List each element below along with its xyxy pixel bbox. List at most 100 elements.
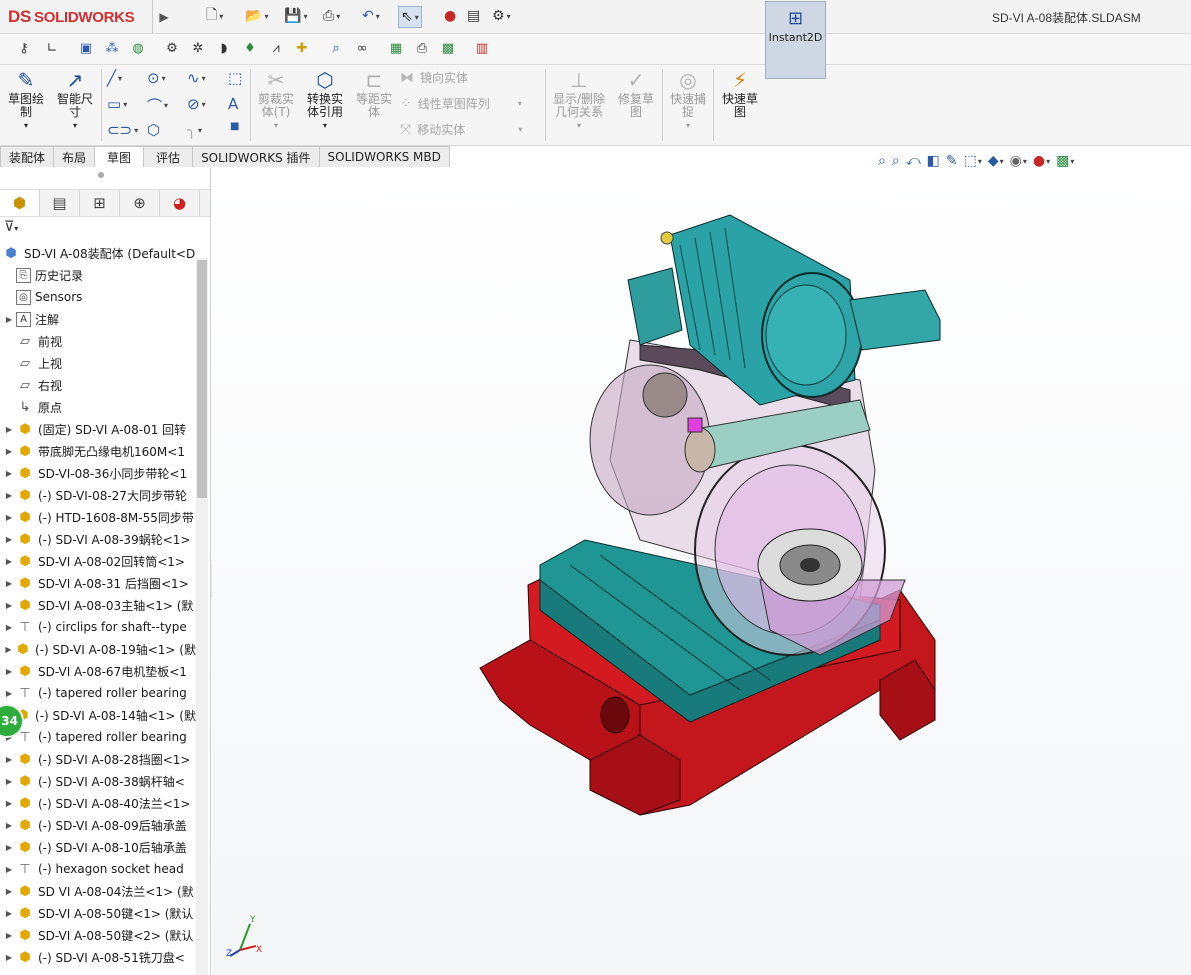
- printer-icon[interactable]: ⎙: [412, 38, 432, 58]
- trim-button[interactable]: ✂ 剪裁实 体(T) ▾: [254, 69, 298, 132]
- tree-item[interactable]: ▶ ⬢ (固定) SD-VI A-08-01 回转: [0, 418, 196, 440]
- chevron-down-icon[interactable]: ▾: [123, 100, 127, 109]
- assembly-icon[interactable]: ⁂: [102, 38, 122, 58]
- undo-button[interactable]: ↶ ▾: [362, 6, 380, 26]
- propertymanager-tab-icon[interactable]: ▤: [40, 190, 80, 216]
- file-properties-button[interactable]: ▤: [467, 6, 480, 26]
- polygon-tool[interactable]: ⬡: [147, 121, 160, 139]
- featuremanager-tab-icon[interactable]: ⬢: [0, 190, 40, 216]
- tree-item[interactable]: ▱ 右视: [0, 374, 196, 396]
- tree-item[interactable]: ▱ 上视: [0, 352, 196, 374]
- tree-item[interactable]: ▶ ⬢ SD-VI A-08-31 后挡圈<1>: [0, 572, 196, 594]
- smart-dimension-button[interactable]: ↗ 智能尺 寸 ▾: [53, 69, 97, 132]
- convert-entities-button[interactable]: ⬡ 转换实 体引用 ▾: [303, 69, 347, 132]
- tree-item[interactable]: ▶ ⬢ SD-VI A-08-02回转筒<1>: [0, 550, 196, 572]
- ellipse-tool[interactable]: ⊘ ▾: [187, 95, 206, 113]
- chevron-down-icon[interactable]: ▾: [134, 126, 138, 135]
- dimxpert-tab-icon[interactable]: ⊕: [120, 190, 160, 216]
- cog-icon[interactable]: ✲: [188, 38, 208, 58]
- chevron-down-icon[interactable]: ▾: [198, 126, 202, 135]
- bowl-icon[interactable]: ◗: [214, 38, 234, 58]
- point-tool[interactable]: ■: [230, 121, 239, 132]
- expand-arrow-icon[interactable]: ▶: [4, 315, 14, 324]
- expand-arrow-icon[interactable]: ▶: [4, 931, 14, 940]
- zoom-to-area-icon[interactable]: ⌕: [892, 153, 900, 169]
- tree-item[interactable]: ▶ ⬢ SD VI A-08-04法兰<1> (默: [0, 880, 196, 902]
- select-button[interactable]: ⇖ ▾: [398, 6, 422, 28]
- rebuild-button[interactable]: ●: [444, 6, 456, 26]
- zoom-to-fit-icon[interactable]: ⌕: [878, 153, 886, 169]
- chevron-down-icon[interactable]: ▾: [1046, 157, 1050, 166]
- tree-item[interactable]: ▶ ⊤ (-) tapered roller bearing: [0, 682, 196, 704]
- chevron-down-icon[interactable]: ▾: [1000, 157, 1004, 166]
- tree-item[interactable]: ▱ 前视: [0, 330, 196, 352]
- expand-arrow-icon[interactable]: ▶: [4, 821, 14, 830]
- expand-arrow-icon[interactable]: ▶: [4, 601, 14, 610]
- chevron-down-icon[interactable]: ▾: [415, 13, 419, 22]
- expand-arrow-icon[interactable]: ▶: [4, 909, 14, 918]
- tree-item[interactable]: ↳ 原点: [0, 396, 196, 418]
- tree-item[interactable]: ▶ ⬢ (-) SD-VI A-08-10后轴承盖: [0, 836, 196, 858]
- text-tool[interactable]: A: [228, 95, 238, 113]
- tree-item[interactable]: ▶ ⬢ (-) SD-VI A-08-40法兰<1>: [0, 792, 196, 814]
- tree-item[interactable]: ▶⬢(-) SD-VI A-08-14轴<1> (默: [0, 704, 196, 726]
- tab-solidworks-mbd[interactable]: SOLIDWORKS MBD: [318, 146, 450, 167]
- quick-snaps-button[interactable]: ◎ 快速捕 捉 ▾: [666, 69, 710, 132]
- tree-item[interactable]: ▶ ⊤ (-) circlips for shaft--type: [0, 616, 196, 638]
- open-button[interactable]: 📂 ▾: [245, 6, 268, 26]
- tab-solidworks-addins[interactable]: SOLIDWORKS 插件: [192, 146, 320, 167]
- tree-item[interactable]: ◎ Sensors: [0, 286, 196, 308]
- excel-icon[interactable]: ▦: [386, 38, 406, 58]
- tab-evaluate[interactable]: 评估: [143, 146, 194, 167]
- tab-layout[interactable]: 布局: [53, 146, 96, 167]
- chevron-down-icon[interactable]: ▾: [254, 119, 298, 132]
- hide-show-icon[interactable]: ◉ ▾: [1010, 153, 1027, 169]
- expand-arrow-icon[interactable]: ▶: [4, 865, 14, 874]
- tree-item[interactable]: ▶ ⬢ (-) SD-VI-08-27大同步带轮: [0, 484, 196, 506]
- new-document-button[interactable]: 🗋 ▾: [206, 6, 223, 26]
- gear-icon[interactable]: ⚙: [162, 38, 182, 58]
- tab-assembly[interactable]: 装配体: [0, 146, 55, 167]
- configurationmanager-tab-icon[interactable]: ⊞: [80, 190, 120, 216]
- expand-arrow-icon[interactable]: ▶: [4, 689, 14, 698]
- measure-icon[interactable]: ⩘: [266, 38, 286, 58]
- slot-tool[interactable]: ⊂⊃ ▾: [107, 121, 138, 139]
- monitor-icon[interactable]: ▣: [76, 38, 96, 58]
- menu-expand-icon[interactable]: ▶: [152, 0, 175, 33]
- tree-item[interactable]: ▶ ⬢ (-) SD-VI A-08-19轴<1> (默: [0, 638, 196, 660]
- image-icon[interactable]: ▩: [438, 38, 458, 58]
- tree-item[interactable]: ▶ ⬢ SD-VI A-08-50键<1> (默认: [0, 902, 196, 924]
- fillet-tool[interactable]: ╮ ▾: [187, 121, 202, 139]
- tree-item[interactable]: ▶ ⬢ 带底脚无凸缘电机160M<1: [0, 440, 196, 462]
- key-icon[interactable]: ⚷: [14, 38, 34, 58]
- search-icon[interactable]: ⌕: [326, 38, 346, 58]
- chevron-down-icon[interactable]: ▾: [666, 119, 710, 132]
- tree-root[interactable]: ⬢ SD-VI A-08装配体 (Default<D: [0, 242, 196, 264]
- expand-arrow-icon[interactable]: ▶: [4, 425, 14, 434]
- tree-item[interactable]: ▶ A 注解: [0, 308, 196, 330]
- sketch-button[interactable]: ✎ 草图绘 制 ▾: [4, 69, 48, 132]
- tree-item[interactable]: ▶ ⊤ (-) hexagon socket head: [0, 858, 196, 880]
- construction-tool[interactable]: ⬚: [228, 69, 242, 87]
- tree-item[interactable]: ▶ ⬢ (-) SD-VI A-08-38蜗杆轴<: [0, 770, 196, 792]
- display-style-icon[interactable]: ◆ ▾: [988, 153, 1004, 169]
- chevron-down-icon[interactable]: ▾: [1070, 157, 1074, 166]
- globe-icon[interactable]: ◍: [128, 38, 148, 58]
- chevron-down-icon[interactable]: ▾: [164, 101, 168, 110]
- chevron-down-icon[interactable]: ▾: [118, 74, 122, 83]
- expand-arrow-icon[interactable]: ▶: [4, 623, 14, 632]
- appearance-icon[interactable]: ● ▾: [1033, 153, 1050, 169]
- rapid-sketch-button[interactable]: ⚡ 快速草 图: [717, 69, 763, 119]
- chevron-down-icon[interactable]: ▾: [518, 125, 522, 134]
- chevron-down-icon[interactable]: ▾: [4, 119, 48, 132]
- chart-icon[interactable]: ▥: [472, 38, 492, 58]
- expand-arrow-icon[interactable]: ▶: [4, 469, 14, 478]
- solidworks-logo[interactable]: DS SOLIDWORKS: [8, 5, 135, 29]
- chevron-down-icon[interactable]: ▾: [336, 12, 340, 21]
- chevron-down-icon[interactable]: ▾: [549, 119, 609, 132]
- chevron-down-icon[interactable]: ▾: [303, 12, 307, 21]
- tree-item[interactable]: ▶ ⬢ SD-VI A-08-50键<2> (默认: [0, 924, 196, 946]
- chevron-down-icon[interactable]: ▾: [202, 100, 206, 109]
- chevron-down-icon[interactable]: ▾: [518, 99, 522, 108]
- plus-icon[interactable]: ✚: [292, 38, 312, 58]
